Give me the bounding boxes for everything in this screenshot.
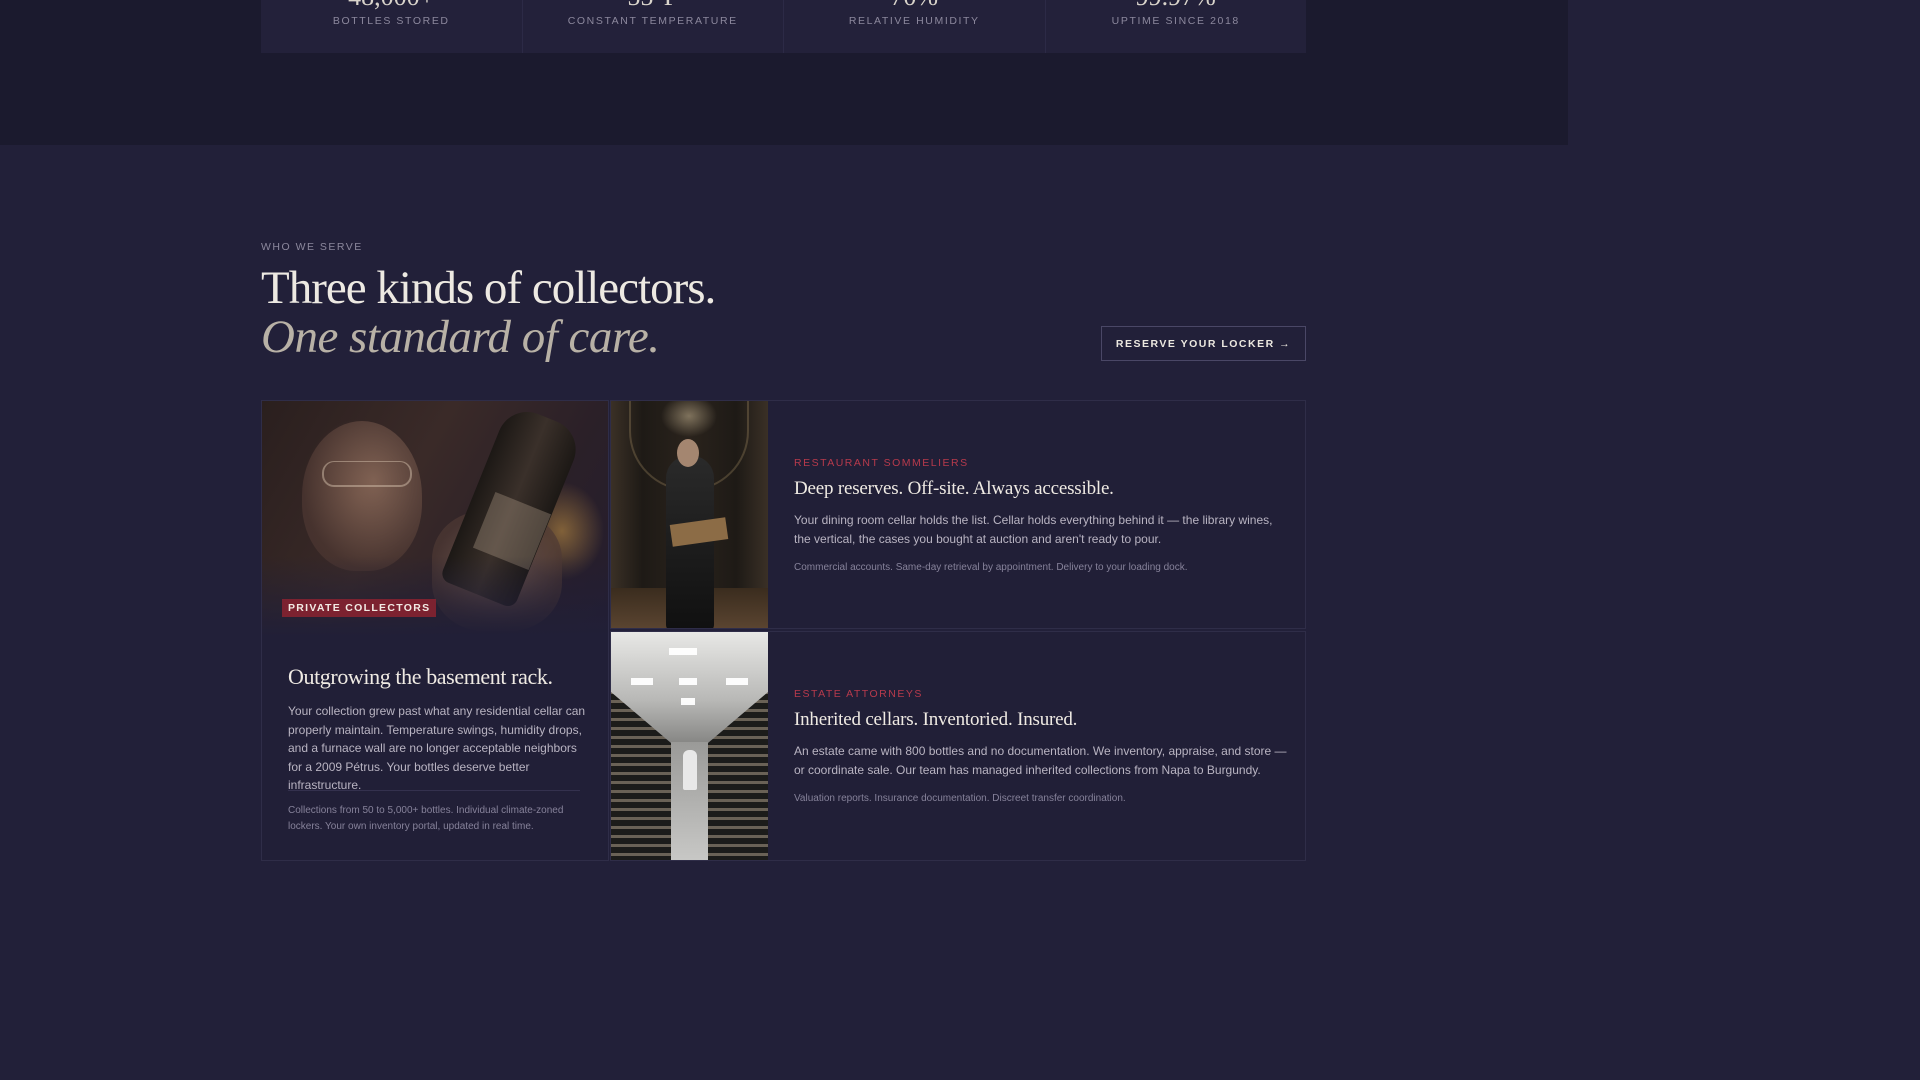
card-restaurant-sommeliers[interactable]: RESTAURANT SOMMELIERS Deep reserves. Off… xyxy=(610,400,1306,629)
card-divider xyxy=(288,790,580,791)
card-title: Outgrowing the basement rack. xyxy=(288,664,553,689)
photo-head xyxy=(677,439,699,467)
section-headline-italic: One standard of care. xyxy=(261,311,660,363)
stat-value: 99.97% xyxy=(1046,0,1307,10)
card-body: Your dining room cellar holds the list. … xyxy=(794,513,1273,546)
stat-temperature: 55°F CONSTANT TEMPERATURE xyxy=(523,0,784,53)
card-body: Your collection grew past what any resid… xyxy=(288,704,586,793)
card-footnote: Collections from 50 to 5,000+ bottles. I… xyxy=(288,805,564,832)
card-private-collectors[interactable]: PRIVATE COLLECTORS Outgrowing the baseme… xyxy=(261,400,609,861)
card-eyebrow: RESTAURANT SOMMELIERS xyxy=(794,457,969,469)
sommelier-photo xyxy=(611,401,768,628)
card-title: Deep reserves. Off-site. Always accessib… xyxy=(794,478,1114,499)
photo-shelf-left xyxy=(611,692,671,860)
section-eyebrow: WHO WE SERVE xyxy=(261,241,363,253)
stat-value: 70% xyxy=(784,0,1045,10)
category-badge: PRIVATE COLLECTORS xyxy=(282,599,437,617)
card-estate-attorneys[interactable]: ESTATE ATTORNEYS Inherited cellars. Inve… xyxy=(610,631,1306,861)
stat-label: UPTIME SINCE 2018 xyxy=(1111,15,1240,27)
photo-glasses xyxy=(322,461,412,487)
card-footnote: Valuation reports. Insurance documentati… xyxy=(794,793,1126,804)
stat-label: BOTTLES STORED xyxy=(332,15,450,27)
card-body: An estate came with 800 bottles and no d… xyxy=(794,744,1287,777)
stat-humidity: 70% RELATIVE HUMIDITY xyxy=(784,0,1046,53)
photo-light xyxy=(669,648,697,655)
card-eyebrow: ESTATE ATTORNEYS xyxy=(794,688,923,700)
photo-light xyxy=(679,678,697,685)
stat-label: CONSTANT TEMPERATURE xyxy=(567,15,738,27)
photo-fade xyxy=(262,556,608,636)
card-footnote: Commercial accounts. Same-day retrieval … xyxy=(794,562,1188,573)
card-title: Inherited cellars. Inventoried. Insured. xyxy=(794,709,1078,730)
photo-light xyxy=(726,678,748,685)
photo-shelf-right xyxy=(708,692,768,860)
photo-face xyxy=(302,421,422,571)
stat-uptime: 99.97% UPTIME SINCE 2018 xyxy=(1046,0,1307,53)
photo-light xyxy=(681,698,695,705)
stat-value: 55°F xyxy=(523,0,784,10)
stat-value: 48,000+ xyxy=(261,0,522,10)
photo-worker xyxy=(683,750,697,790)
reserve-locker-button[interactable]: RESERVE YOUR LOCKER → xyxy=(1101,326,1306,361)
storage-photo xyxy=(611,632,768,860)
stat-bottles: 48,000+ BOTTLES STORED xyxy=(261,0,523,53)
photo-light xyxy=(631,678,653,685)
collector-cards: PRIVATE COLLECTORS Outgrowing the baseme… xyxy=(261,400,1306,861)
stat-label: RELATIVE HUMIDITY xyxy=(848,15,980,27)
section-headline: Three kinds of collectors. xyxy=(261,262,716,314)
stats-bar: 48,000+ BOTTLES STORED 55°F CONSTANT TEM… xyxy=(261,0,1306,53)
